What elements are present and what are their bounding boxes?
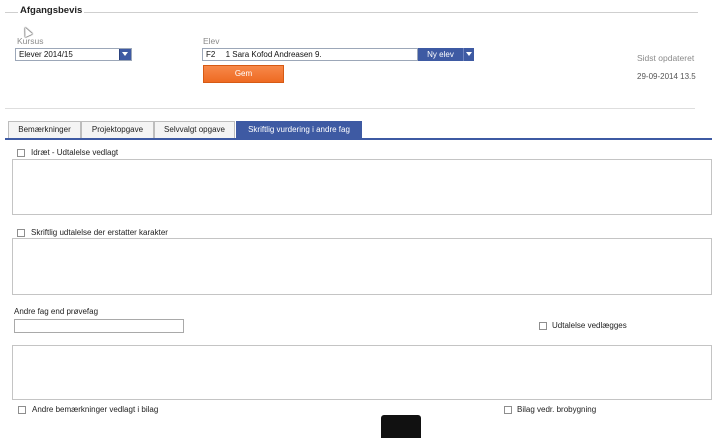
bilag-checkbox-label: Bilag vedr. brobygning [517, 405, 597, 414]
chevron-down-icon[interactable] [463, 48, 474, 61]
last-updated-label: Sidst opdateret [637, 53, 695, 63]
andre-fag-textarea[interactable] [12, 345, 712, 400]
elev-label: Elev [203, 36, 220, 46]
tab-bemaerkninger[interactable]: Bemærkninger [8, 121, 81, 138]
kursus-label: Kursus [17, 36, 44, 46]
bottom-panel-toggle[interactable] [381, 415, 421, 438]
save-button[interactable]: Gem [203, 65, 284, 83]
andre-bemaerkninger-checkbox[interactable] [18, 406, 26, 414]
skriftlig-textarea[interactable] [12, 238, 712, 295]
section-divider [5, 12, 698, 13]
chevron-down-icon[interactable] [119, 49, 131, 60]
last-updated-value: 29-09-2014 13.5 [637, 72, 696, 81]
skriftlig-checkbox-label: Skriftlig udtalelse der erstatter karakt… [31, 228, 168, 237]
andre-fag-label: Andre fag end prøvefag [14, 307, 99, 316]
section-title: Afgangsbevis [18, 5, 85, 16]
kursus-select[interactable]: Elever 2014/15 [15, 48, 132, 61]
tab-projektopgave[interactable]: Projektopgave [81, 121, 154, 138]
skriftlig-checkbox[interactable] [17, 229, 25, 237]
elev-class: F2 [206, 50, 216, 59]
tab-skriftlig-vurdering[interactable]: Skriftlig vurdering i andre fag [236, 121, 362, 138]
idraet-checkbox-label: Idræt - Udtalelse vedlagt [31, 148, 119, 157]
divider [5, 108, 695, 109]
udtalelse-checkbox-label: Udtalelse vedlægges [552, 321, 627, 330]
bilag-checkbox[interactable] [504, 406, 512, 414]
andre-fag-input[interactable] [14, 319, 184, 333]
idraet-checkbox[interactable] [17, 149, 25, 157]
ny-elev-button[interactable]: Ny elev [418, 48, 463, 61]
elev-select[interactable]: F2 1 Sara Kofod Andreasen 9. [202, 48, 418, 61]
tab-selvvalgt-opgave[interactable]: Selvvalgt opgave [154, 121, 235, 138]
kursus-selected-value: Elever 2014/15 [19, 50, 73, 59]
udtalelse-checkbox[interactable] [539, 322, 547, 330]
andre-bemaerkninger-label: Andre bemærkninger vedlagt i bilag [32, 405, 159, 414]
tab-underline [5, 138, 712, 140]
elev-selected-value: 1 Sara Kofod Andreasen 9. [225, 50, 322, 59]
idraet-textarea[interactable] [12, 159, 712, 215]
